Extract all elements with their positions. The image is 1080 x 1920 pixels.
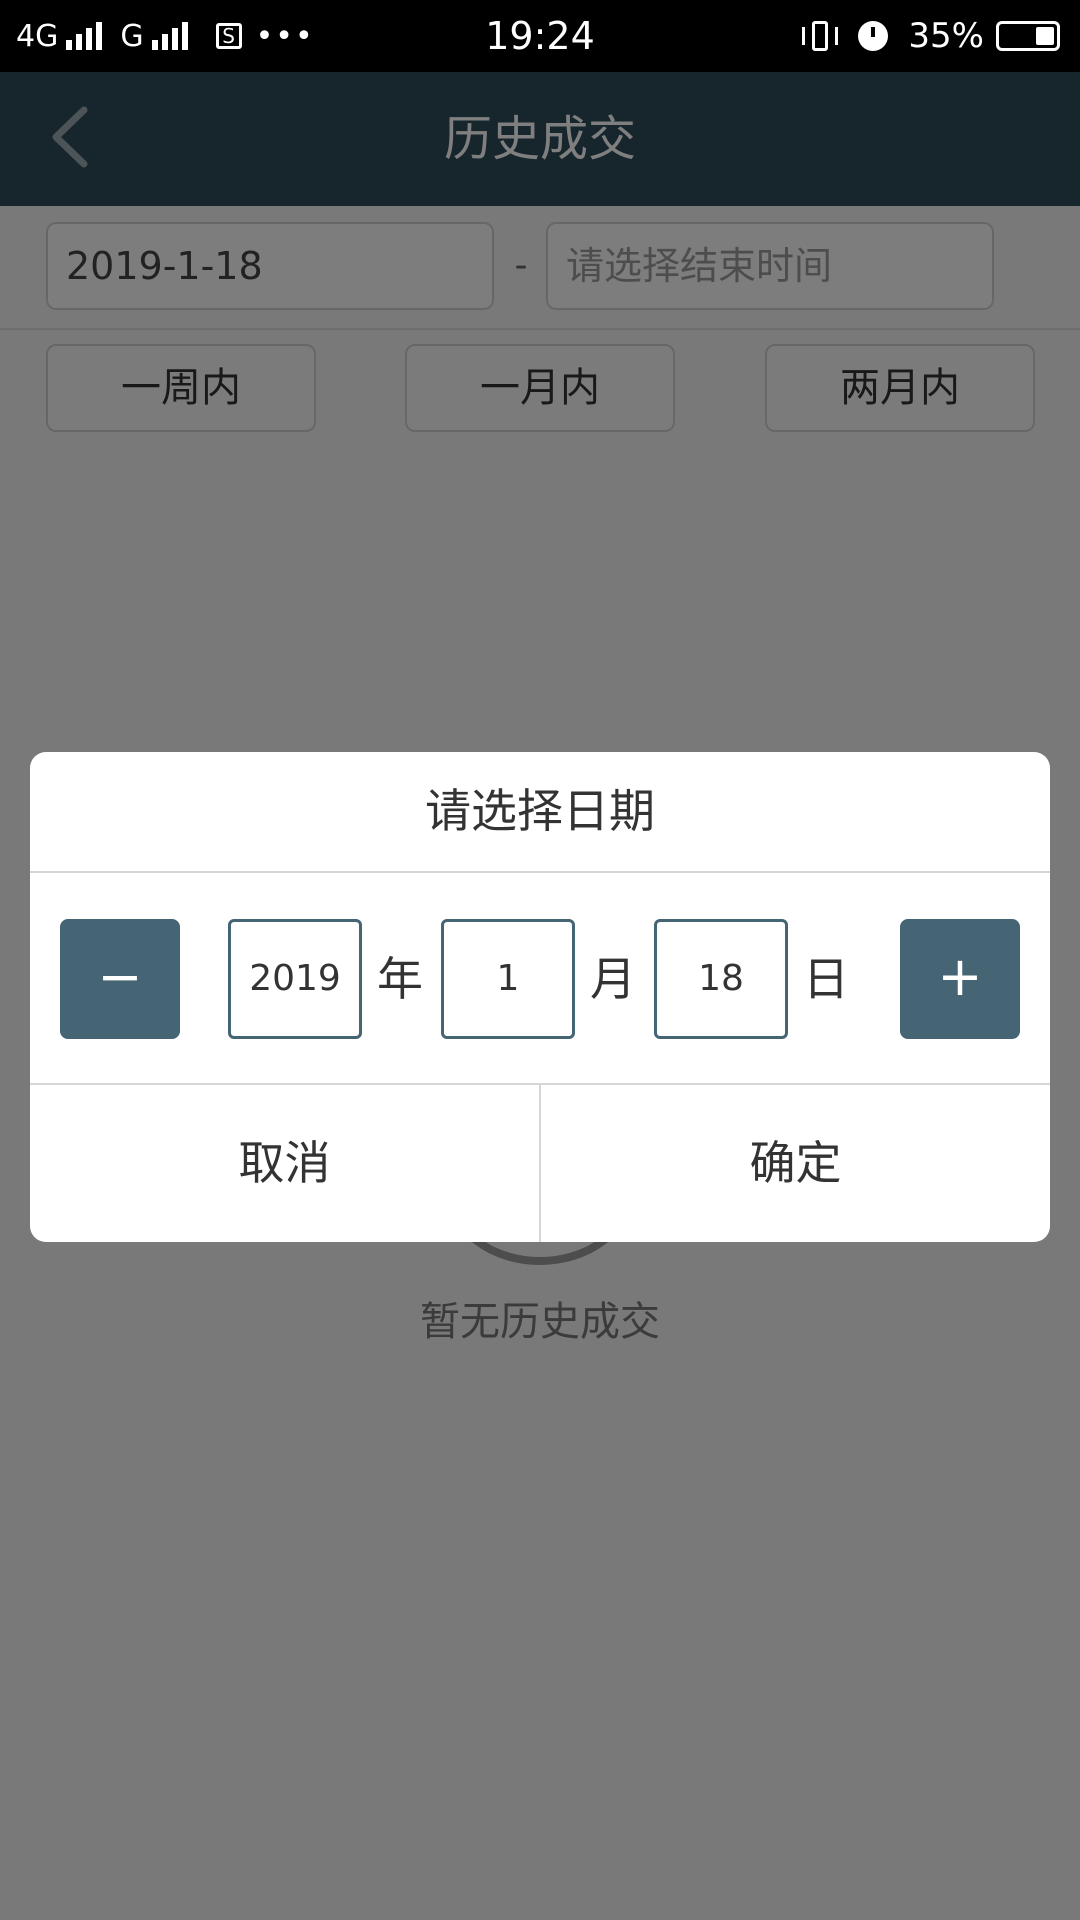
increment-button[interactable]: + [900,919,1020,1039]
battery-icon [996,21,1060,51]
day-unit-label: 日 [803,952,849,1006]
vibrate-icon [800,21,840,51]
alarm-icon [858,21,889,51]
day-field[interactable]: 18 [654,919,788,1039]
month-field[interactable]: 1 [441,919,575,1039]
cancel-button[interactable]: 取消 [30,1085,541,1242]
year-unit-label: 年 [377,952,423,1006]
confirm-button[interactable]: 确定 [541,1085,1050,1242]
month-unit-label: 月 [590,952,636,1006]
status-right: 35% [800,0,1060,72]
decrement-button[interactable]: − [60,919,180,1039]
battery-percent: 35% [908,16,984,56]
dialog-actions: 取消 确定 [30,1085,1050,1242]
dialog-title: 请选择日期 [30,752,1050,873]
status-bar: 4G G S ••• 19:24 35% [0,0,1080,72]
date-picker-dialog: 请选择日期 − 2019 年 1 月 18 日 + 取消 确定 [30,752,1050,1242]
year-field[interactable]: 2019 [228,919,362,1039]
date-picker-row: − 2019 年 1 月 18 日 + [30,873,1050,1085]
